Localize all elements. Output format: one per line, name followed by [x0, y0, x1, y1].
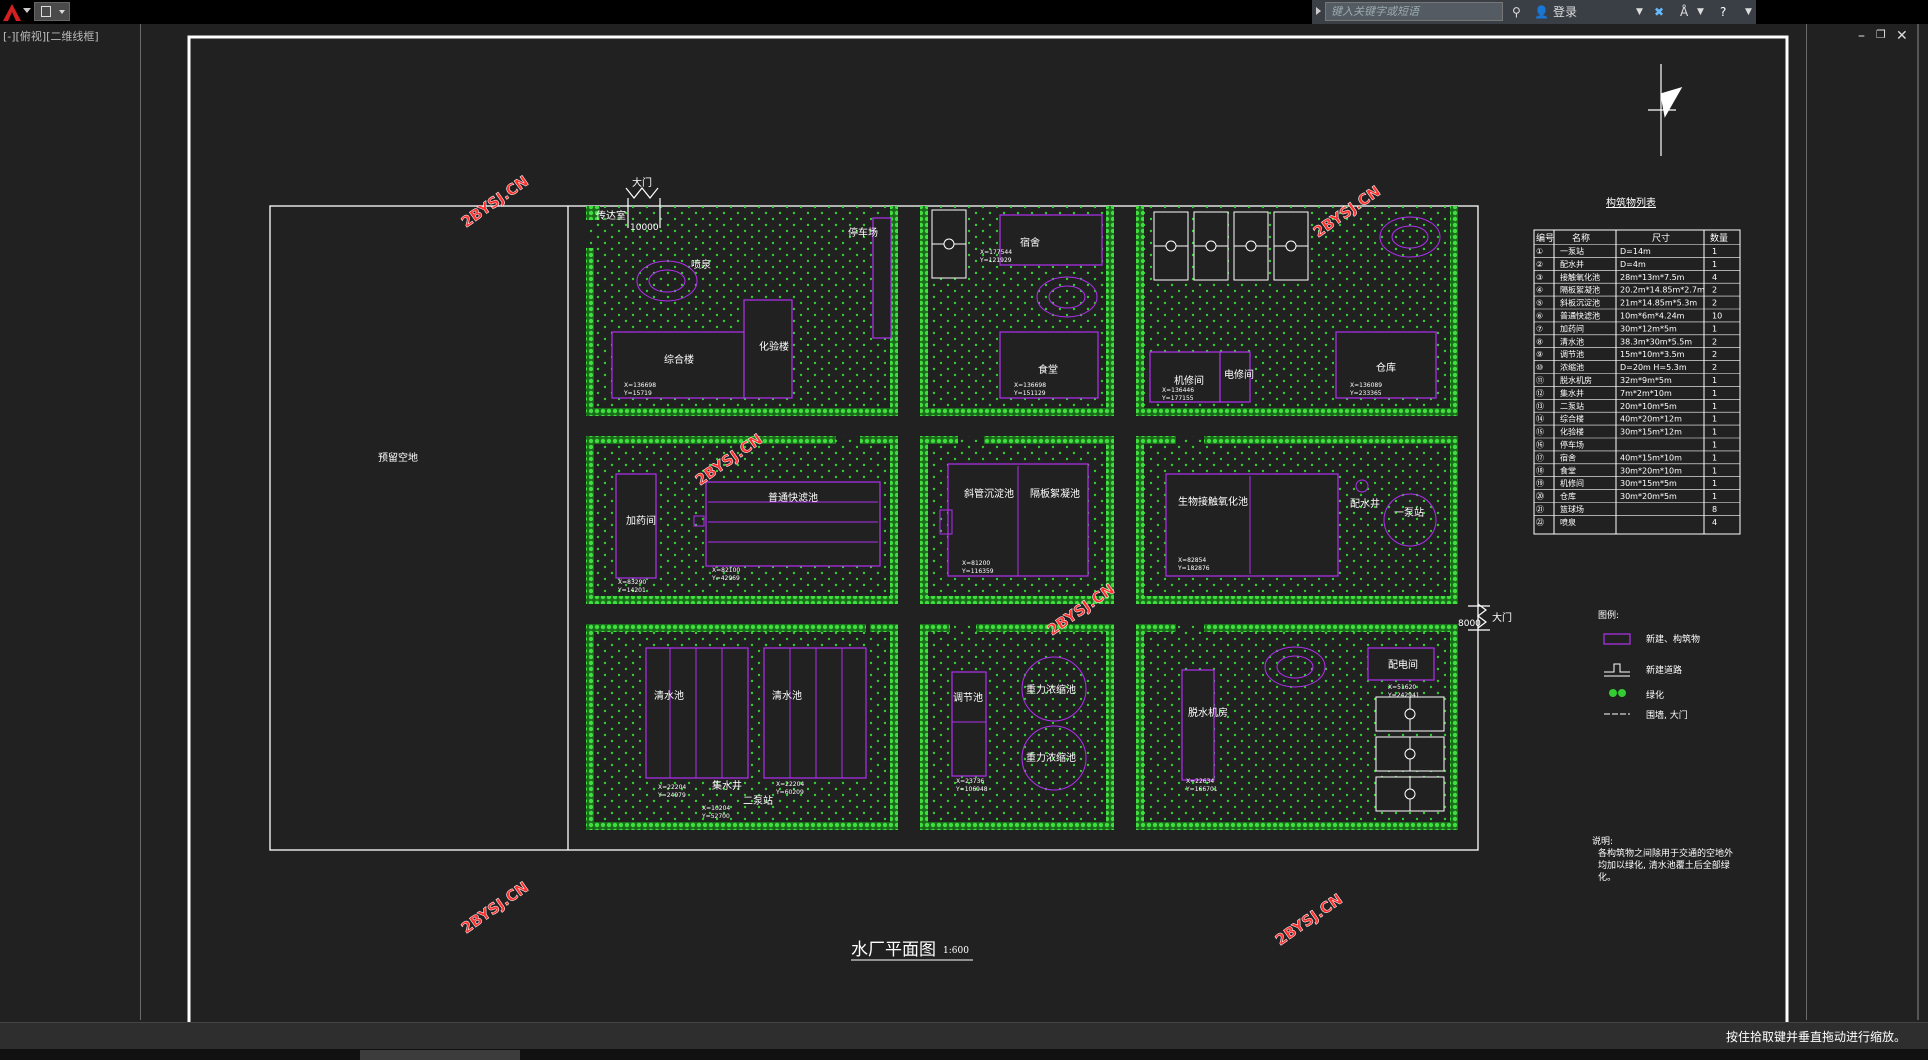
close-icon[interactable]: ✕ — [1896, 28, 1908, 44]
exchange-icon[interactable]: ✖ — [1654, 3, 1664, 21]
a360-caret-icon[interactable]: ▼ — [1697, 3, 1704, 21]
viewport-divider — [1806, 24, 1807, 1020]
user-icon[interactable]: 👤 — [1534, 3, 1549, 21]
search-input[interactable]: 键入关键字或短语 — [1325, 2, 1503, 21]
status-bar — [0, 1049, 1928, 1060]
scrollbar[interactable] — [1917, 24, 1919, 1020]
command-prompt-text: 按住拾取键并垂直拖动进行缩放。 — [1725, 1030, 1906, 1044]
dropdown-caret-icon[interactable] — [59, 10, 65, 14]
app-menu-caret-icon[interactable] — [23, 8, 31, 13]
quick-access-toolbar[interactable] — [34, 2, 70, 21]
expand-arrow-icon[interactable] — [1316, 7, 1321, 15]
help-caret-icon[interactable]: ▼ — [1745, 3, 1752, 21]
drawing-area[interactable] — [0, 24, 1928, 1022]
a360-icon[interactable]: Å — [1680, 3, 1688, 21]
minimize-icon[interactable]: – — [1858, 28, 1865, 44]
restore-icon[interactable]: ❐ — [1876, 28, 1886, 41]
viewport-controls[interactable]: [-][俯视][二维线框] — [3, 28, 99, 44]
help-icon[interactable]: ? — [1720, 3, 1726, 21]
edit-icon[interactable] — [41, 6, 51, 17]
binoculars-icon[interactable]: ⚲ — [1512, 3, 1521, 21]
login-caret-icon[interactable]: ▼ — [1636, 3, 1643, 21]
title-bar: 键入关键字或短语 ⚲ 👤 登录 ▼ ✖ Å ▼ ? ▼ — [0, 0, 1928, 24]
login-button[interactable]: 登录 — [1553, 3, 1577, 21]
autocad-logo-icon[interactable] — [2, 2, 22, 22]
layout-tab[interactable] — [360, 1050, 520, 1060]
viewport-divider — [140, 24, 141, 1020]
command-line[interactable] — [0, 1022, 1928, 1049]
